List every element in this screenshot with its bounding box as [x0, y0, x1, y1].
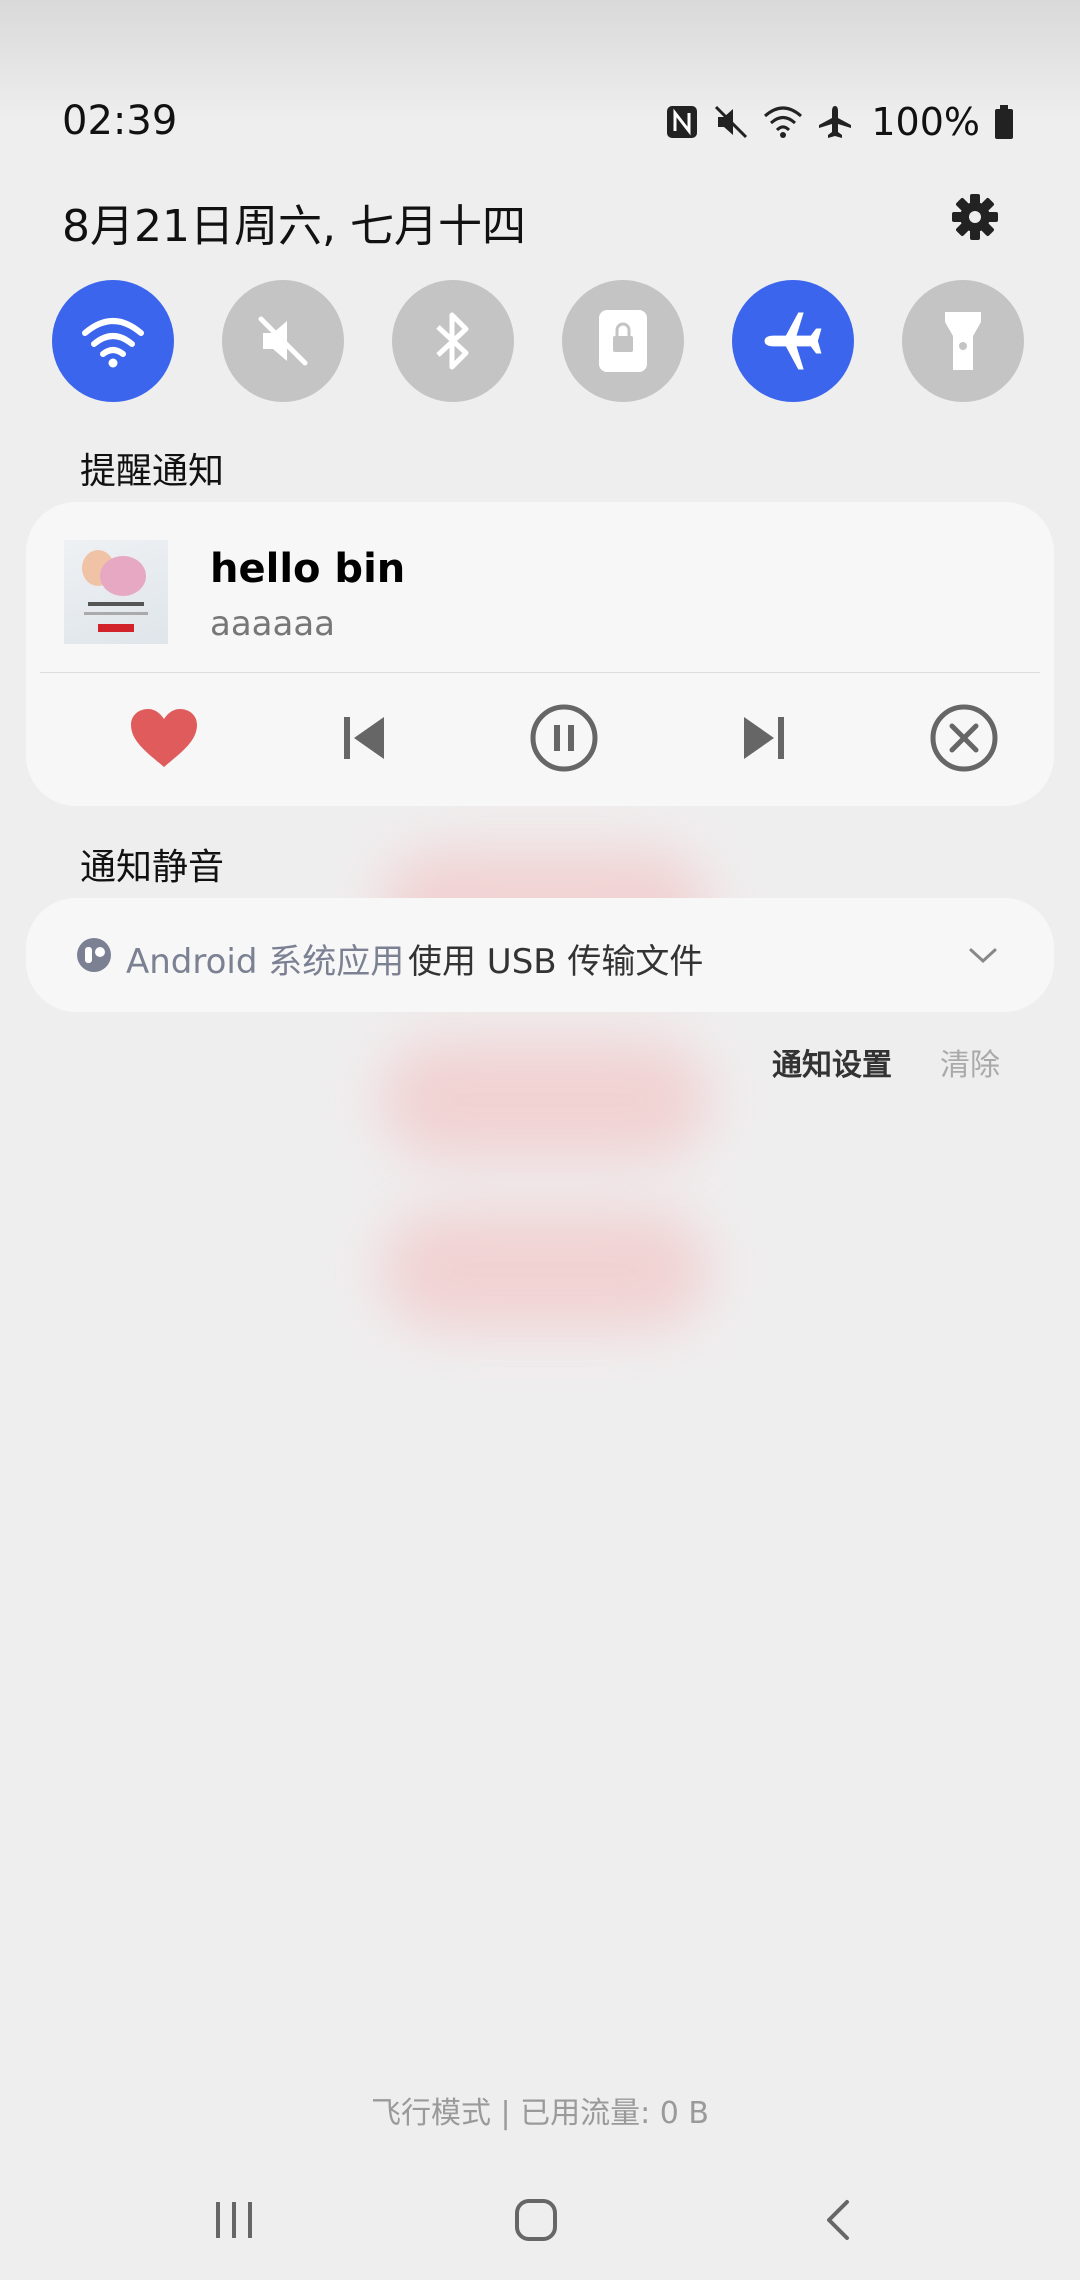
usb-notification-text: 使用 USB 传输文件 [408, 942, 704, 982]
like-button[interactable] [114, 688, 214, 788]
media-controls [26, 688, 1054, 788]
footer-status: 飞行模式 | 已用流量: 0 B [370, 2096, 710, 2131]
close-button[interactable] [914, 688, 1014, 788]
quick-settings [52, 280, 1024, 402]
mute-icon [258, 316, 308, 366]
bluetooth-icon [436, 312, 469, 370]
airplane-icon [764, 312, 822, 370]
nfc-icon [667, 106, 698, 138]
mute-icon [715, 105, 748, 139]
close-icon [930, 704, 998, 772]
gear-icon [952, 194, 998, 240]
clear-button[interactable]: 清除 [940, 1040, 1000, 1084]
next-icon [744, 717, 784, 759]
recent-apps-button[interactable] [194, 2190, 274, 2250]
toggle-bluetooth[interactable] [392, 280, 514, 402]
toggle-wifi[interactable] [52, 280, 174, 402]
media-title: hello bin [210, 546, 406, 592]
background-blur [380, 1210, 710, 1330]
media-subtitle: aaaaaa [210, 604, 336, 644]
toggle-rotation-lock[interactable] [562, 280, 684, 402]
recent-apps-icon [216, 2202, 252, 2238]
album-art [64, 540, 168, 644]
alert-section-label: 提醒通知 [80, 451, 225, 492]
usb-app-name: Android 系统应用 [126, 942, 405, 982]
pause-icon [530, 704, 598, 772]
back-button[interactable] [798, 2190, 878, 2250]
airplane-icon [819, 106, 852, 138]
notification-settings-button[interactable]: 通知设置 [772, 1040, 892, 1084]
pause-button[interactable] [514, 688, 614, 788]
battery-icon [995, 105, 1013, 139]
background-blur [380, 1040, 710, 1160]
settings-button[interactable] [948, 190, 1002, 244]
home-button[interactable] [496, 2190, 576, 2250]
flashlight-icon [945, 312, 981, 370]
divider [40, 672, 1040, 673]
status-time: 02:39 [62, 98, 178, 144]
android-system-icon [77, 938, 111, 972]
previous-button[interactable] [314, 688, 414, 788]
wifi-icon [82, 318, 144, 368]
status-icons: 100% [665, 100, 1014, 144]
home-icon [515, 2199, 557, 2241]
wifi-icon [764, 106, 803, 138]
toggle-flashlight[interactable] [902, 280, 1024, 402]
silent-section-label: 通知静音 [80, 847, 225, 888]
toggle-airplane[interactable] [732, 280, 854, 402]
lock-icon [599, 310, 647, 372]
previous-icon [344, 717, 384, 759]
next-button[interactable] [714, 688, 814, 788]
toggle-sound[interactable] [222, 280, 344, 402]
navigation-bar [0, 2180, 1080, 2260]
media-notification[interactable]: hello bin aaaaaa [26, 502, 1054, 806]
date-label: 8月21日周六, 七月十四 [62, 201, 526, 252]
heart-icon [131, 709, 197, 767]
battery-percent: 100% [871, 100, 980, 144]
chevron-down-icon[interactable] [966, 940, 1000, 970]
usb-notification[interactable]: Android 系统应用 使用 USB 传输文件 [26, 898, 1054, 1012]
back-icon [827, 2200, 849, 2240]
